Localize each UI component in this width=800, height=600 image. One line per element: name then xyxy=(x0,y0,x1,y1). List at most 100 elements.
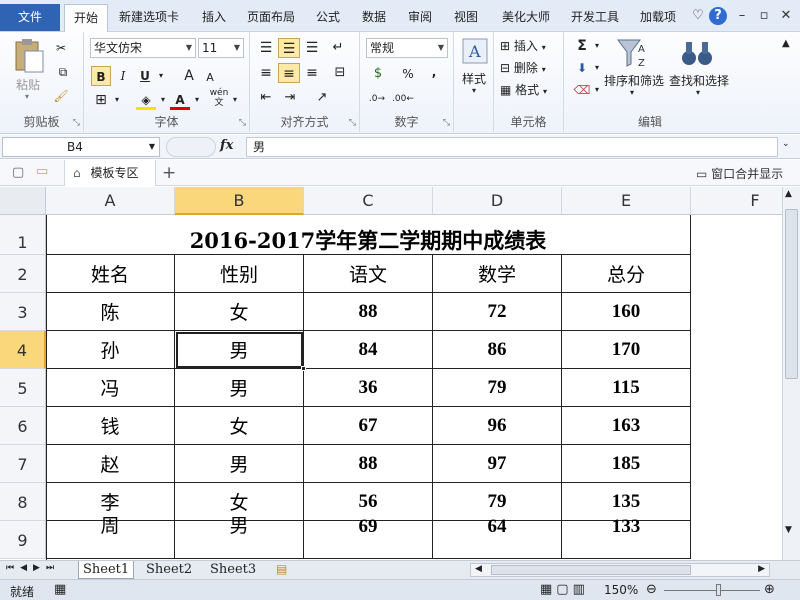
table-cell[interactable]: 陈 xyxy=(46,293,175,331)
zoom-in-icon[interactable]: ⊕ xyxy=(764,582,775,597)
table-cell[interactable]: 67 xyxy=(304,407,433,445)
table-cell[interactable]: 女 xyxy=(175,407,304,445)
table-cell[interactable]: 72 xyxy=(433,293,562,331)
zoom-out-icon[interactable]: ⊖ xyxy=(646,582,657,597)
formula-bar-expander[interactable] xyxy=(166,137,216,157)
tab-insert[interactable]: 插入 xyxy=(194,4,234,31)
minimize-icon[interactable]: – xyxy=(732,6,752,26)
tab-developer[interactable]: 开发工具 xyxy=(566,4,624,31)
tab-file[interactable]: 文件 xyxy=(0,4,60,31)
font-color-icon[interactable]: A xyxy=(170,90,190,110)
table-cell[interactable]: 185 xyxy=(562,445,691,483)
merge-center-icon[interactable]: ⊟ xyxy=(328,63,352,83)
column-header-d[interactable]: D xyxy=(433,187,562,215)
table-cell[interactable]: 赵 xyxy=(46,445,175,483)
table-cell[interactable]: 133 xyxy=(562,516,691,559)
merge-window-button[interactable]: ▭ 窗口合并显示 xyxy=(696,165,783,182)
tab-addins[interactable]: 加载项 xyxy=(634,4,682,31)
orientation-icon[interactable]: ↗ xyxy=(310,88,334,108)
collapse-ribbon-icon[interactable]: ▲ xyxy=(782,38,790,49)
column-header-f[interactable]: F xyxy=(691,187,782,215)
table-cell[interactable]: 84 xyxy=(304,331,433,369)
tab-new[interactable]: 新建选项卡 xyxy=(114,4,184,31)
sort-filter-dropdown-icon[interactable]: ▾ xyxy=(626,88,638,97)
row-header[interactable]: 9 xyxy=(0,521,46,559)
zoom-level[interactable]: 150% xyxy=(604,583,638,597)
paste-icon[interactable] xyxy=(12,38,46,74)
phonetic-icon[interactable]: wén 文 xyxy=(208,88,230,108)
table-cell[interactable]: 64 xyxy=(433,516,562,559)
phonetic-dropdown-icon[interactable]: ▾ xyxy=(230,90,240,110)
styles-icon[interactable]: A xyxy=(462,38,488,64)
table-cell[interactable]: 86 xyxy=(433,331,562,369)
row-header[interactable]: 3 xyxy=(0,293,46,331)
header-cell-chinese[interactable]: 语文 xyxy=(304,255,433,293)
vertical-scrollbar[interactable]: ▲ ▼ xyxy=(782,187,800,560)
sheet-tab-1[interactable]: Sheet1 xyxy=(78,561,135,579)
header-cell-gender[interactable]: 性别 xyxy=(175,255,304,293)
insert-function-button[interactable]: fx xyxy=(220,138,233,153)
increase-decimal-icon[interactable]: .0→ xyxy=(366,89,388,109)
align-right-icon[interactable]: ≡ xyxy=(302,63,322,83)
fill-dropdown-icon[interactable]: ▾ xyxy=(158,90,168,110)
insert-cells-button[interactable]: ⊞ 插入 ▾ xyxy=(500,36,560,56)
spreadsheet-grid[interactable]: A B C D E F 1 2 3 4 5 6 7 8 9 2016-2017学… xyxy=(0,187,782,560)
sheet-tab-2[interactable]: Sheet2 xyxy=(142,561,196,579)
header-cell-total[interactable]: 总分 xyxy=(562,255,691,293)
paste-dropdown-icon[interactable]: ▾ xyxy=(20,92,34,101)
scroll-right-icon[interactable]: ▶ xyxy=(758,564,765,574)
binoculars-icon[interactable] xyxy=(680,38,714,68)
selected-cell-b4[interactable]: 男 xyxy=(175,331,304,369)
column-header-c[interactable]: C xyxy=(304,187,433,215)
header-cell-name[interactable]: 姓名 xyxy=(46,255,175,293)
number-format-combo[interactable]: 常规 ▼ xyxy=(366,38,448,58)
shrink-font-button[interactable]: A xyxy=(202,68,218,88)
row-header[interactable]: 8 xyxy=(0,483,46,521)
tab-data[interactable]: 数据 xyxy=(356,4,392,31)
underline-button[interactable]: U xyxy=(136,66,154,86)
table-cell[interactable]: 115 xyxy=(562,369,691,407)
table-cell[interactable]: 88 xyxy=(304,445,433,483)
copy-icon[interactable]: ⧉ xyxy=(50,62,76,82)
grow-font-button[interactable]: A xyxy=(180,66,198,86)
row-header[interactable]: 7 xyxy=(0,445,46,483)
row-header[interactable]: 2 xyxy=(0,255,46,293)
table-cell[interactable]: 88 xyxy=(304,293,433,331)
table-cell[interactable]: 69 xyxy=(304,516,433,559)
tab-review[interactable]: 审阅 xyxy=(402,4,438,31)
find-select-dropdown-icon[interactable]: ▾ xyxy=(692,88,704,97)
table-cell[interactable]: 97 xyxy=(433,445,562,483)
restore-icon[interactable]: ▫ xyxy=(754,6,774,26)
macro-record-icon[interactable]: ▦ xyxy=(54,582,66,597)
cut-icon[interactable]: ✂ xyxy=(52,38,70,58)
sort-filter-button[interactable]: 排序和筛选 xyxy=(600,72,668,89)
close-icon[interactable]: ✕ xyxy=(776,6,796,26)
expand-formula-icon[interactable]: ⌄ xyxy=(782,139,790,149)
header-cell-math[interactable]: 数学 xyxy=(433,255,562,293)
clipboard-launcher-icon[interactable]: ⤡ xyxy=(73,118,80,128)
find-select-button[interactable]: 查找和选择 xyxy=(666,72,732,89)
zoom-slider-track[interactable] xyxy=(664,590,760,591)
column-header-a[interactable]: A xyxy=(46,187,175,215)
increase-indent-icon[interactable]: ⇥ xyxy=(280,88,300,108)
template-tab[interactable]: ⌂ 模板专区 xyxy=(64,160,156,186)
align-top-icon[interactable]: ☰ xyxy=(256,38,276,58)
underline-dropdown-icon[interactable]: ▾ xyxy=(156,66,166,86)
table-cell[interactable]: 96 xyxy=(433,407,562,445)
align-bottom-icon[interactable]: ☰ xyxy=(302,38,322,58)
fill-down-icon[interactable]: ⬇ xyxy=(572,58,592,78)
table-cell[interactable]: 女 xyxy=(175,293,304,331)
fill-color-icon[interactable]: ◈ xyxy=(136,90,156,110)
table-cell[interactable]: 79 xyxy=(433,369,562,407)
add-tab-button[interactable]: + xyxy=(162,163,176,183)
horizontal-scrollbar[interactable]: ◀ ▶ xyxy=(470,563,770,577)
table-cell[interactable]: 163 xyxy=(562,407,691,445)
percent-button[interactable]: % xyxy=(400,64,416,84)
align-left-icon[interactable]: ≡ xyxy=(256,63,276,83)
vertical-scroll-thumb[interactable] xyxy=(785,209,798,379)
scroll-up-icon[interactable]: ▲ xyxy=(785,189,792,199)
tab-formulas[interactable]: 公式 xyxy=(310,4,346,31)
italic-button[interactable]: I xyxy=(114,66,132,86)
format-painter-icon[interactable]: 🖌 xyxy=(52,86,70,106)
table-cell[interactable]: 男 xyxy=(175,445,304,483)
